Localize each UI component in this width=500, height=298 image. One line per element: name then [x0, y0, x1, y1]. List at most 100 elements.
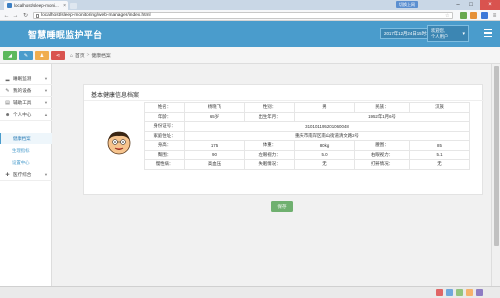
chart-button[interactable]: ◢: [3, 51, 17, 60]
field-value: 汉族: [409, 102, 470, 113]
breadcrumb-separator: >: [86, 53, 90, 58]
tray-app-icon[interactable]: [456, 289, 463, 296]
minimize-icon[interactable]: –: [452, 0, 464, 10]
extension-icon[interactable]: [481, 12, 488, 19]
chevron-down-icon: ▼: [44, 76, 48, 81]
field-label: 左眼视力：: [244, 149, 295, 160]
field-label: 性别：: [244, 102, 295, 113]
field-value: 无: [409, 159, 470, 170]
avatar: [107, 131, 131, 155]
user-menu[interactable]: 欢迎您, 个人用户 ▾: [427, 25, 469, 42]
url-input[interactable]: localhost/sleep-monitoring/web-manager/i…: [33, 12, 453, 19]
field-label: 失眠情况：: [244, 159, 295, 170]
field-value: 杨晓飞: [184, 102, 245, 113]
tray-app-icon[interactable]: [476, 289, 483, 296]
panel-title: 基本健康信息档案: [91, 93, 140, 99]
save-button[interactable]: 保存: [271, 201, 293, 212]
sidebar-item-label: 辅助工具: [13, 99, 32, 105]
favicon-icon: [7, 3, 12, 8]
extension-icon[interactable]: [460, 12, 467, 19]
field-label: 身份证号：: [144, 121, 185, 132]
field-value: 无: [294, 159, 355, 170]
field-label: 右眼视力：: [354, 149, 410, 160]
sidebar-item-label: 医疗综合: [13, 171, 32, 177]
medical-icon: ✚: [5, 171, 10, 178]
share-button[interactable]: ⋖: [51, 51, 65, 60]
field-label: 家庭住址：: [144, 130, 185, 141]
field-label: 打鼾情况：: [354, 159, 410, 170]
address-bar: ← → ↻ localhost/sleep-monitoring/web-man…: [0, 10, 500, 21]
sidebar-item-medical[interactable]: ✚ 医疗综合 ▼: [0, 169, 52, 181]
sidebar-subitem-label: 健康档案: [13, 135, 31, 141]
back-icon[interactable]: ←: [3, 12, 10, 19]
sidebar-subitem-physiological-index[interactable]: 生理指标: [0, 145, 52, 156]
new-tab-button[interactable]: [70, 3, 77, 9]
sidebar-item-my-devices[interactable]: ✎ 我的设备 ▼: [0, 85, 52, 97]
sidebar-item-sleep-monitor[interactable]: ▂ 睡眠监测 ▼: [0, 73, 52, 85]
reload-icon[interactable]: ↻: [22, 12, 29, 19]
network-switch-badge[interactable]: 切换上网: [396, 1, 418, 8]
edit-button[interactable]: ✎: [19, 51, 33, 60]
users-button[interactable]: ♟: [35, 51, 49, 60]
table-row: 臀围： 90 左眼视力： 5.0 右眼视力： 5.1: [144, 149, 470, 160]
table-row: 身份证号： 310101195201060048: [144, 121, 470, 132]
home-icon: ⌂: [70, 52, 74, 59]
signal-icon: ▂: [5, 75, 10, 82]
sidebar-subitem-settings[interactable]: 设置中心: [0, 157, 52, 168]
forward-icon[interactable]: →: [12, 12, 19, 19]
users-icon: ♟: [39, 52, 45, 59]
sidebar: ▂ 睡眠监测 ▼ ✎ 我的设备 ▼ ▤ 辅助工具 ▼ ☻ 个人中心 ▲ 健康档案…: [0, 64, 52, 298]
browser-tab[interactable]: localhost/sleep-moni... ×: [4, 1, 68, 10]
sidebar-item-label: 睡眠监测: [13, 75, 32, 81]
share-icon: ⋖: [55, 52, 61, 59]
field-label: 腰围：: [354, 140, 410, 151]
taskbar: [0, 286, 500, 298]
health-record-panel: 基本健康信息档案 姓名： 杨晓飞 性别：男民族： 汉族 年龄： 65岁 出生年月： 1952年…: [83, 84, 484, 195]
field-label: 臀围：: [144, 149, 185, 160]
hamburger-menu-icon[interactable]: [484, 29, 492, 38]
app-header: 智慧睡眠监护平台 2017年12月24日15时14分06秒 欢迎您, 个人用户 …: [0, 21, 500, 47]
sidebar-subitem-label: 生理指标: [12, 147, 30, 153]
window-close-icon[interactable]: ×: [480, 0, 500, 10]
tray-app-icon[interactable]: [436, 289, 443, 296]
field-value: 重庆市南岸区南山街道清文路2号: [184, 130, 470, 141]
chevron-down-icon: ▼: [44, 172, 48, 177]
field-value: 5.0: [294, 149, 355, 160]
breadcrumb: ⌂ 首页 > 健康档案: [70, 52, 111, 60]
sidebar-item-label: 个人中心: [13, 111, 32, 117]
breadcrumb-home[interactable]: 首页: [75, 52, 85, 59]
pencil-icon: ✎: [5, 87, 10, 94]
sidebar-subitem-health-record[interactable]: 健康档案: [0, 133, 52, 144]
maximize-icon[interactable]: □: [465, 0, 477, 10]
tray-app-icon[interactable]: [446, 289, 453, 296]
tab-close-icon[interactable]: ×: [63, 3, 66, 9]
user-icon: ☻: [5, 111, 11, 118]
scrollbar-thumb[interactable]: [493, 66, 499, 246]
toolbar: ◢ ✎ ♟ ⋖ ⌂ 首页 > 健康档案: [0, 47, 500, 64]
caret-down-icon: ▾: [462, 31, 465, 37]
chevron-down-icon: ▼: [44, 88, 48, 93]
field-label: 身高：: [144, 140, 185, 151]
table-row: 家庭住址： 重庆市南岸区南山街道清文路2号: [144, 130, 470, 141]
sidebar-item-personal-center[interactable]: ☻ 个人中心 ▲: [0, 109, 52, 121]
tray-app-icon[interactable]: [466, 289, 473, 296]
table-icon: ▤: [5, 99, 10, 106]
field-value: 80kg: [294, 140, 355, 151]
chevron-down-icon: ▼: [44, 100, 48, 105]
table-row: 身高： 175 体重： 80kg 腰围： 85: [144, 140, 470, 151]
table-row: 年龄： 65岁 出生年月： 1952年1月6号: [144, 111, 470, 122]
url-text: localhost/sleep-monitoring/web-manager/i…: [41, 13, 151, 18]
extension-icon[interactable]: [470, 12, 477, 19]
pencil-icon: ✎: [23, 52, 29, 59]
field-value: 175: [184, 140, 245, 151]
vertical-scrollbar[interactable]: [491, 64, 500, 286]
field-label: 姓名：: [144, 102, 185, 113]
sidebar-item-label: 我的设备: [13, 87, 32, 93]
browser-menu-icon[interactable]: ≡: [491, 12, 498, 19]
sidebar-item-tools[interactable]: ▤ 辅助工具 ▼: [0, 97, 52, 109]
field-value: 90: [184, 149, 245, 160]
field-value: 高血压: [184, 159, 245, 170]
bookmark-star-icon[interactable]: ☆: [445, 13, 449, 19]
browser-tab-bar: localhost/sleep-moni... × 切换上网 – □ ×: [0, 0, 500, 10]
tab-title: localhost/sleep-moni...: [14, 3, 59, 8]
